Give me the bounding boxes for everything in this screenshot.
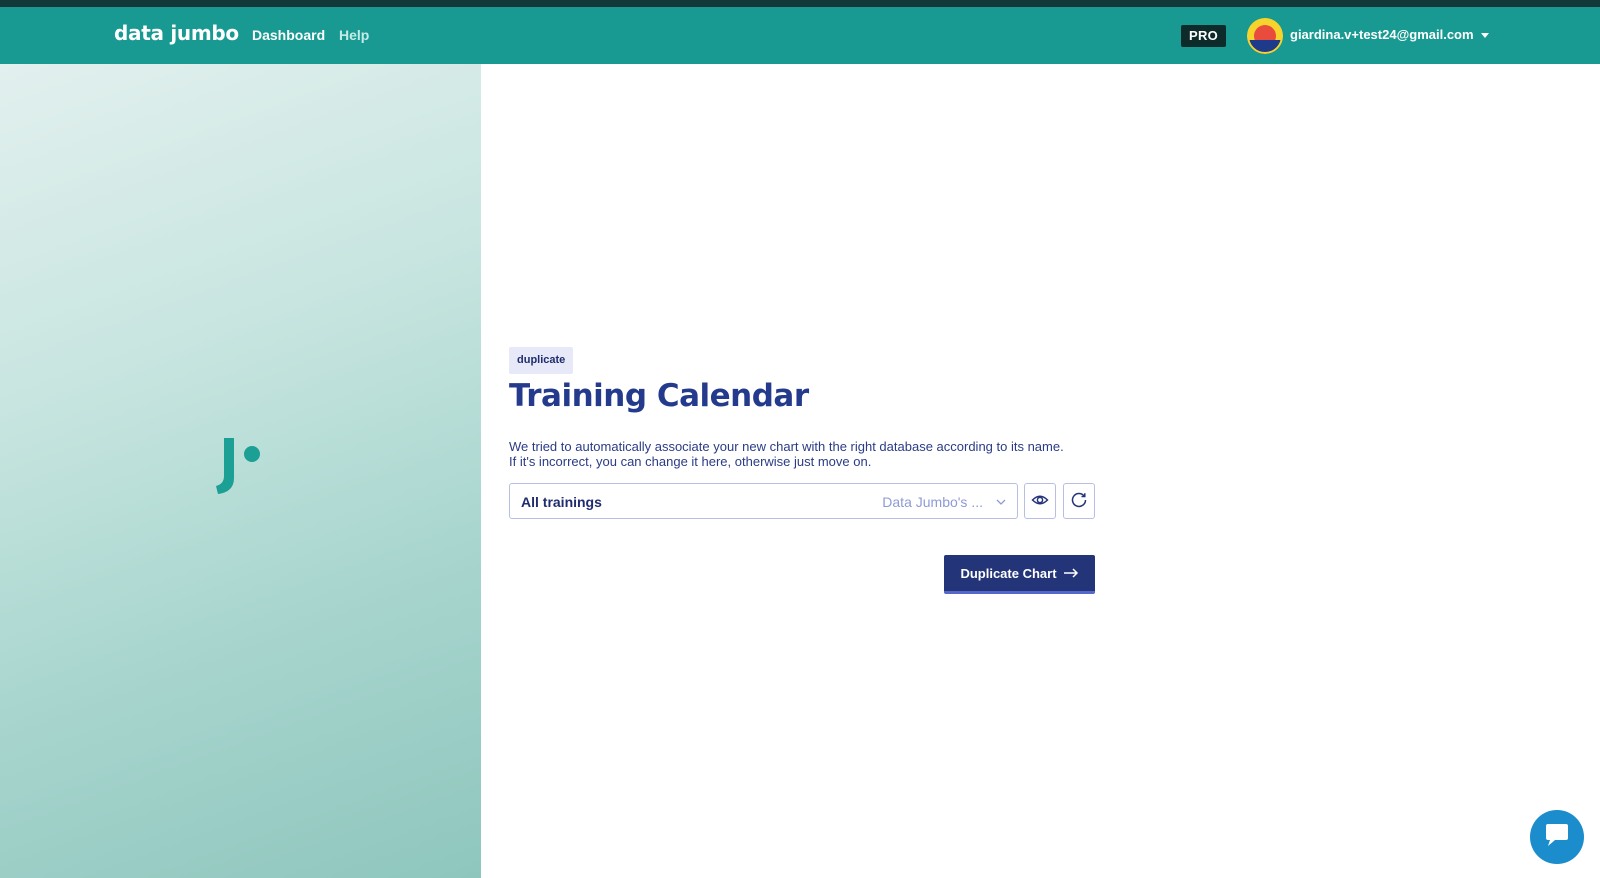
avatar[interactable] bbox=[1247, 18, 1283, 54]
duplicate-chart-label: Duplicate Chart bbox=[960, 565, 1057, 581]
j-logo bbox=[214, 436, 264, 502]
navbar: data jumbo Dashboard Help PRO giardina.v… bbox=[0, 7, 1600, 64]
eye-icon bbox=[1031, 491, 1049, 512]
pro-badge: PRO bbox=[1181, 25, 1227, 47]
refresh-button[interactable] bbox=[1063, 483, 1095, 519]
arrow-right-icon bbox=[1063, 566, 1079, 581]
caret-down-icon[interactable] bbox=[1481, 33, 1489, 38]
nav-dashboard[interactable]: Dashboard bbox=[252, 27, 325, 43]
top-strip bbox=[0, 0, 1600, 7]
description-line-2: If it's incorrect, you can change it her… bbox=[509, 454, 872, 469]
database-select-value: All trainings bbox=[521, 494, 602, 510]
duplicate-tag: duplicate bbox=[509, 347, 574, 374]
brand-logo[interactable]: data jumbo bbox=[114, 21, 239, 45]
database-select[interactable]: All trainings Data Jumbo's ... bbox=[509, 483, 1018, 519]
description-line-1: We tried to automatically associate your… bbox=[509, 439, 1064, 454]
database-select-meta: Data Jumbo's ... bbox=[882, 494, 983, 510]
page-title: Training Calendar bbox=[509, 378, 809, 414]
chat-launcher[interactable] bbox=[1530, 810, 1584, 864]
user-email[interactable]: giardina.v+test24@gmail.com bbox=[1290, 27, 1474, 42]
description: We tried to automatically associate your… bbox=[509, 439, 1109, 469]
preview-button[interactable] bbox=[1024, 483, 1056, 519]
nav-help[interactable]: Help bbox=[339, 27, 369, 43]
refresh-icon bbox=[1070, 491, 1088, 512]
chat-icon bbox=[1543, 822, 1571, 853]
duplicate-chart-button[interactable]: Duplicate Chart bbox=[944, 555, 1095, 594]
chevron-down-icon bbox=[995, 495, 1007, 507]
